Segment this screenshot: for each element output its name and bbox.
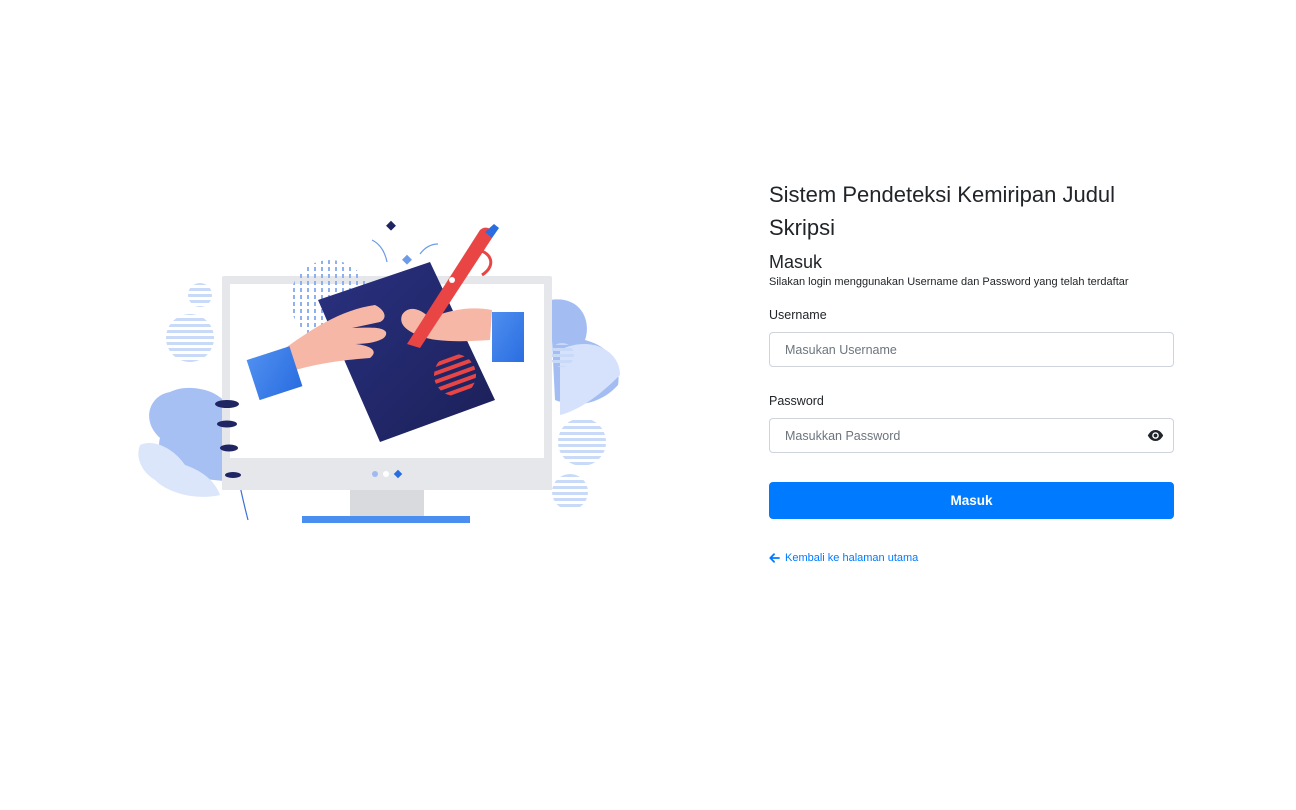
login-heading: Masuk [769, 252, 823, 272]
back-link-label: Kembali ke halaman utama [785, 552, 919, 564]
app-title: Sistem Pendeteksi Kemiripan Judul Skrips… [769, 182, 1116, 240]
username-input[interactable] [769, 332, 1174, 367]
hands-drawing-illustration [138, 220, 620, 523]
password-input[interactable] [769, 418, 1174, 453]
username-field-wrapper [769, 332, 1174, 367]
login-submit-button[interactable]: Masuk [769, 482, 1174, 519]
login-page: Sistem Pendeteksi Kemiripan Judul Skrips… [0, 0, 1296, 810]
username-label: Username [769, 308, 827, 322]
login-form: Sistem Pendeteksi Kemiripan Judul Skrips… [769, 178, 1175, 568]
login-subtitle: Silakan login menggunakan Username dan P… [769, 276, 1129, 288]
password-field-wrapper [769, 418, 1174, 453]
back-to-home-link[interactable]: Kembali ke halaman utama [769, 551, 918, 565]
eye-icon[interactable] [1147, 428, 1164, 443]
login-illustration [130, 210, 630, 530]
password-label: Password [769, 394, 824, 408]
arrow-left-icon [769, 553, 780, 563]
